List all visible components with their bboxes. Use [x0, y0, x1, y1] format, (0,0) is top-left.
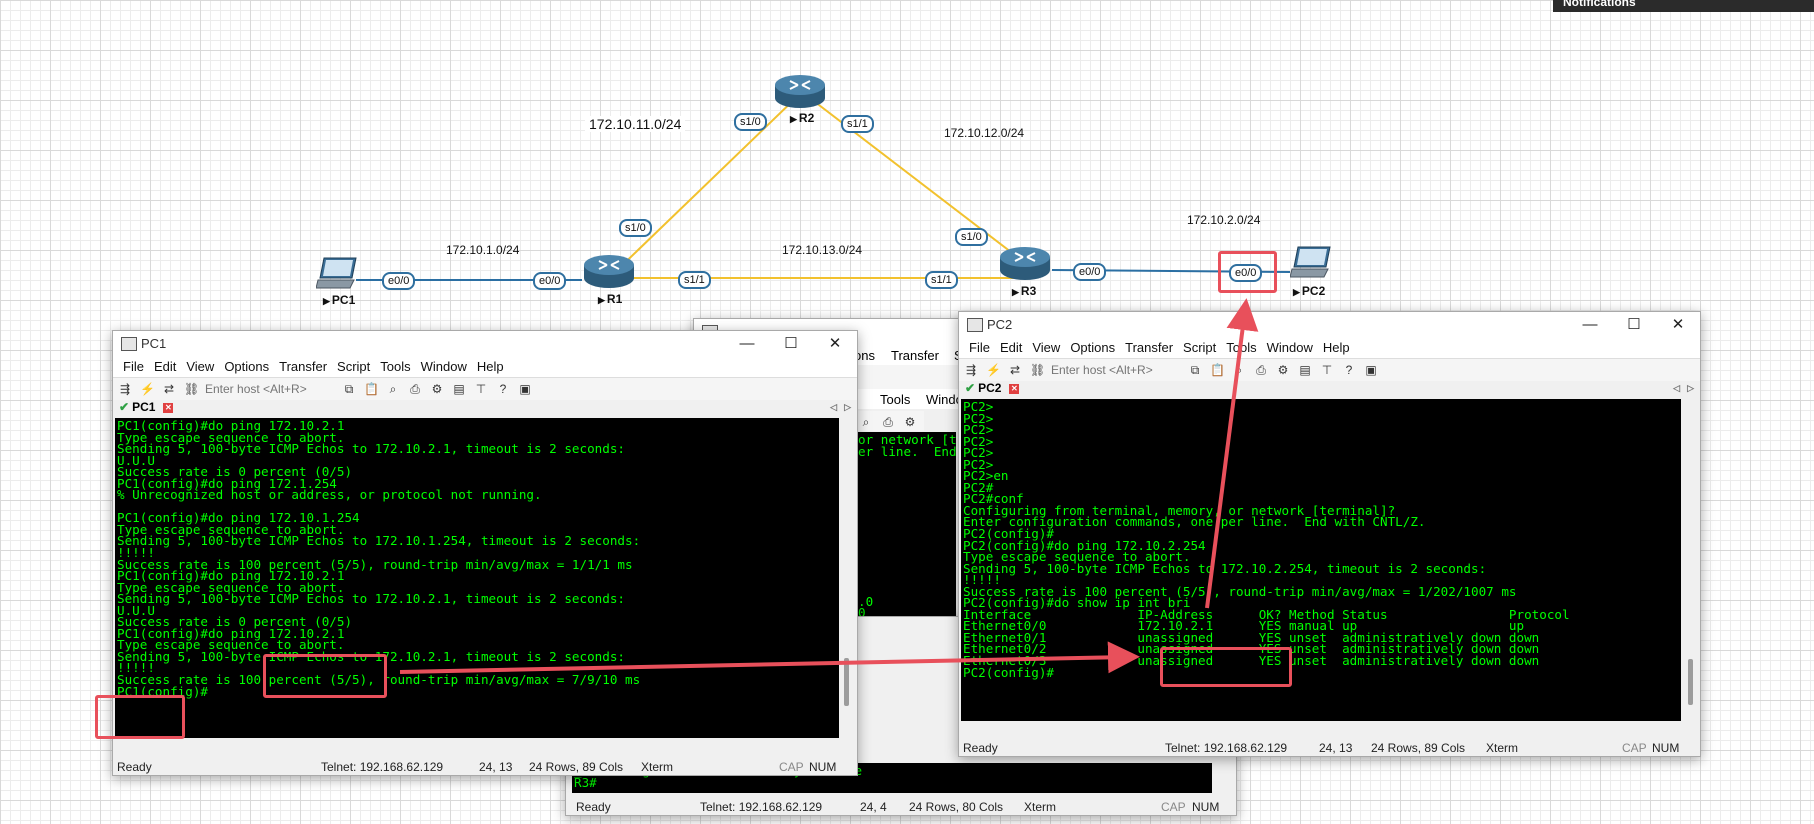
arrow-pc1-to-pc2-ip	[399, 641, 1140, 674]
arrow-to-pc2-port	[1205, 298, 1259, 609]
annotation-arrows	[399, 298, 1259, 674]
